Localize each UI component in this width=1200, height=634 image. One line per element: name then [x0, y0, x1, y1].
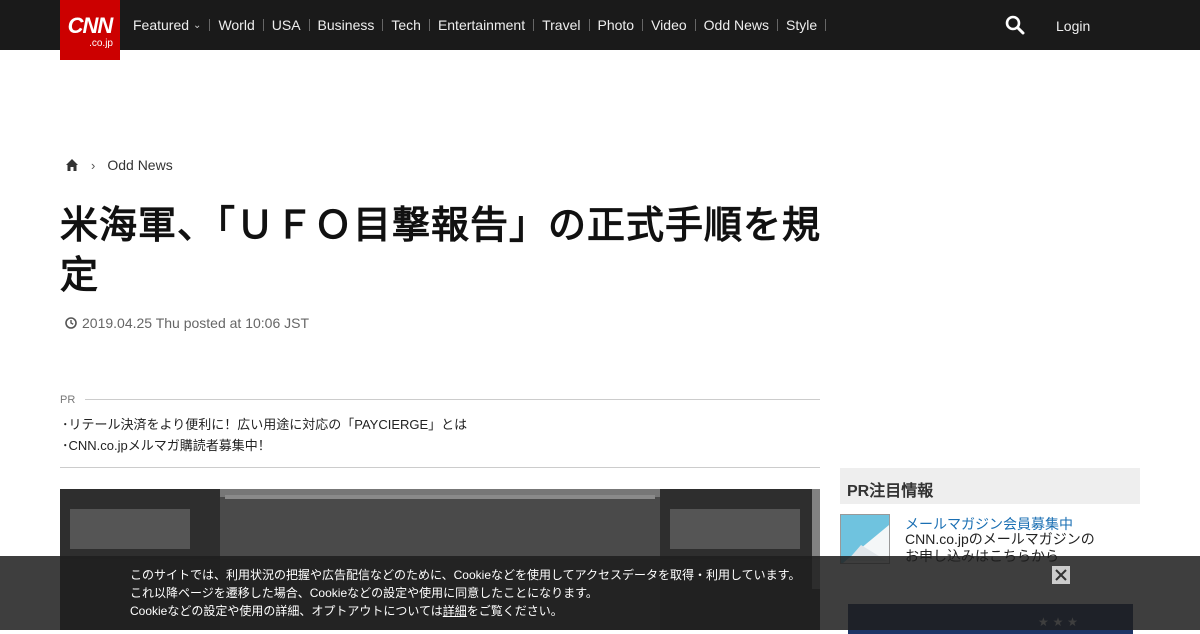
divider — [85, 399, 820, 400]
nav-divider — [308, 19, 310, 31]
cookie-line: このサイトでは、利用状況の把握や広告配信などのために、Cookieなどを使用して… — [130, 568, 801, 582]
close-icon — [1055, 569, 1067, 581]
nav-item-style[interactable]: Style — [786, 17, 817, 33]
nav-item-odd-news[interactable]: Odd News — [704, 17, 769, 33]
logo-domain: .co.jp — [89, 38, 113, 49]
article-date: 2019.04.25 Thu posted at 10:06 JST — [65, 315, 309, 331]
nav-item-tech[interactable]: Tech — [391, 17, 421, 33]
home-icon[interactable] — [65, 158, 79, 172]
cookie-details-link[interactable]: 詳細 — [443, 604, 467, 618]
site-logo[interactable]: CNN .co.jp — [60, 0, 120, 60]
cookie-consent-banner: このサイトでは、利用状況の把握や広告配信などのために、Cookieなどを使用して… — [0, 556, 1200, 630]
nav-item-entertainment[interactable]: Entertainment — [438, 17, 525, 33]
nav-divider — [694, 19, 696, 31]
nav-item-business[interactable]: Business — [318, 17, 375, 33]
logo-wordmark: CNN — [67, 13, 114, 38]
article-date-text: 2019.04.25 Thu posted at 10:06 JST — [82, 315, 310, 331]
cookie-line: Cookieなどの設定や使用の詳細、オプトアウトについては詳細をご覧ください。 — [130, 602, 830, 620]
article-title: 米海軍、「ＵＦＯ目撃報告」の正式手順を規定 — [60, 203, 822, 297]
chevron-right-icon: › — [91, 157, 96, 173]
nav-divider — [382, 19, 384, 31]
breadcrumb: › Odd News — [65, 157, 173, 173]
nav-divider — [428, 19, 430, 31]
search-icon[interactable] — [1005, 15, 1025, 35]
breadcrumb-section[interactable]: Odd News — [107, 157, 172, 173]
nav-item-travel[interactable]: Travel — [542, 17, 580, 33]
pr-links: ･リテール決済をより便利に！広い用途に対応の「PAYCIERGE」とは ･CNN… — [62, 414, 467, 456]
nav-item-world[interactable]: World — [218, 17, 254, 33]
chevron-down-icon: ⌄ — [193, 19, 202, 31]
cookie-line: これ以降ページを遷移した場合、Cookieなどの設定や使用に同意したことになりま… — [130, 586, 598, 600]
nav-item-featured[interactable]: Featured ⌄ — [133, 17, 201, 33]
nav-divider — [588, 19, 590, 31]
nav-divider — [777, 19, 779, 31]
nav-divider — [642, 19, 644, 31]
nav-divider — [825, 19, 827, 31]
nav-divider — [533, 19, 535, 31]
clock-icon — [65, 317, 77, 329]
login-link[interactable]: Login — [1056, 18, 1090, 34]
cookie-line-suffix: をご覧ください。 — [466, 604, 563, 618]
sidebar-heading: PR注目情報 — [840, 468, 1140, 504]
pr-link-newsletter[interactable]: ･CNN.co.jpメルマガ購読者募集中！ — [62, 435, 467, 456]
cookie-consent-text: このサイトでは、利用状況の把握や広告配信などのために、Cookieなどを使用して… — [130, 566, 830, 620]
nav-item-video[interactable]: Video — [651, 17, 687, 33]
top-navigation-bar: Featured ⌄ World USA Business Tech Entert… — [0, 0, 1200, 50]
nav-divider — [262, 19, 264, 31]
pr-label: PR — [60, 394, 76, 406]
nav-item-usa[interactable]: USA — [272, 17, 301, 33]
cookie-line-prefix: Cookieなどの設定や使用の詳細、オプトアウトについては — [130, 604, 443, 618]
pr-link-paycierge[interactable]: ･リテール決済をより便利に！広い用途に対応の「PAYCIERGE」とは — [62, 414, 467, 435]
main-nav: Featured ⌄ World USA Business Tech Entert… — [133, 0, 834, 50]
divider — [60, 467, 820, 468]
cookie-close-button[interactable] — [1052, 566, 1070, 584]
nav-divider — [209, 19, 211, 31]
nav-item-photo[interactable]: Photo — [598, 17, 635, 33]
